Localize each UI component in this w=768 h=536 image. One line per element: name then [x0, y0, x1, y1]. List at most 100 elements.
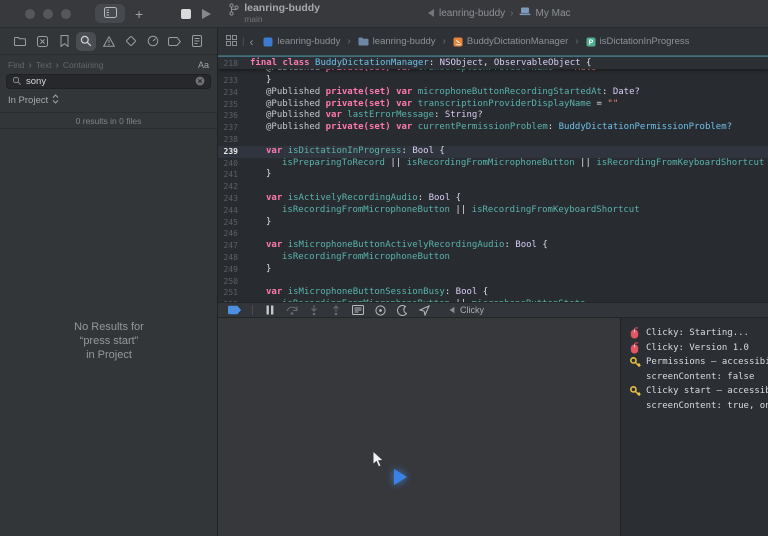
line-number[interactable]: 238 — [218, 134, 244, 146]
line-number[interactable]: 250 — [218, 276, 244, 288]
code-text: isPreparingToRecord || isRecordingFromMi… — [244, 158, 768, 170]
variables-view[interactable] — [218, 318, 620, 536]
breakpoints-icon — [168, 37, 181, 46]
close-window-button[interactable] — [25, 9, 35, 19]
environment-overrides-button[interactable] — [395, 304, 409, 316]
divider: | — [242, 36, 244, 47]
zoom-window-button[interactable] — [61, 9, 71, 19]
line-number[interactable]: 234 — [218, 87, 244, 99]
line-number[interactable]: 241 — [218, 169, 244, 181]
breadcrumb-label: isDictationInProgress — [600, 36, 690, 47]
line-number[interactable]: 235 — [218, 99, 244, 111]
window-controls — [25, 9, 79, 19]
breadcrumb-item-property[interactable]: PisDictationInProgress — [586, 36, 690, 47]
run-button[interactable] — [202, 9, 211, 19]
stop-button[interactable] — [181, 9, 191, 19]
code-text: } — [244, 217, 271, 229]
find-segment: Find — [8, 60, 25, 70]
scope-label: In Project — [8, 95, 48, 106]
breadcrumb-item-swift-file[interactable]: BuddyDictationManager — [453, 36, 568, 47]
navigator-tab-reports[interactable] — [187, 32, 207, 51]
step-over-button[interactable] — [285, 304, 299, 316]
code-text: } — [244, 75, 271, 87]
code-line: 235@Published private(set) var transcrip… — [218, 99, 768, 111]
code-text: var isDictationInProgress: Bool { — [244, 146, 445, 158]
line-number[interactable]: 245 — [218, 217, 244, 229]
search-input-value: sony — [26, 76, 195, 87]
navigator-tab-project[interactable] — [10, 32, 30, 51]
navigator-tab-bar — [0, 28, 217, 55]
line-number[interactable]: 251 — [218, 287, 244, 299]
code-text: } — [244, 169, 271, 181]
step-out-button[interactable] — [329, 304, 343, 316]
breadcrumb-label: BuddyDictationManager — [467, 36, 568, 47]
line-number[interactable]: 242 — [218, 181, 244, 193]
related-items-icon[interactable] — [226, 35, 237, 49]
property-icon: P — [586, 37, 596, 47]
breadcrumb: leanring-buddy›leanring-buddy›BuddyDicta… — [263, 36, 689, 47]
line-number[interactable]: 218 — [218, 57, 244, 69]
navigator-tab-bookmarks[interactable] — [54, 32, 74, 51]
project-name: leanring-buddy — [244, 3, 320, 13]
line-number[interactable]: 240 — [218, 158, 244, 170]
mac-destination-icon — [519, 7, 531, 19]
minimize-window-button[interactable] — [43, 9, 53, 19]
line-number[interactable]: 249 — [218, 264, 244, 276]
scheme-selector[interactable]: leanring-buddy › My Mac — [428, 7, 571, 19]
toggle-navigator-button[interactable] — [95, 4, 125, 23]
navigator-tab-find[interactable] — [76, 32, 96, 51]
debug-console[interactable]: Clicky: Starting...Clicky: Version 1.0Pe… — [620, 318, 768, 536]
breadcrumb-label: leanring-buddy — [277, 36, 340, 47]
sticky-declaration-line: 218final class BuddyDictationManager: NS… — [218, 56, 768, 69]
svg-text:P: P — [588, 39, 593, 46]
find-scope-header[interactable]: Find › Text › Containing Aa — [0, 58, 217, 72]
line-number[interactable]: 246 — [218, 228, 244, 240]
line-number[interactable]: 248 — [218, 252, 244, 264]
breadcrumb-item-folder[interactable]: leanring-buddy — [358, 36, 436, 47]
line-number[interactable] — [218, 69, 244, 75]
pause-button-button[interactable] — [263, 304, 277, 316]
find-icon — [80, 35, 92, 47]
step-into-button[interactable] — [307, 304, 321, 316]
swift-file-icon — [453, 37, 463, 47]
code-line: 249} — [218, 264, 768, 276]
navigator-tab-source-control[interactable] — [32, 32, 52, 51]
chevron-right-icon: › — [443, 36, 446, 47]
code-editor[interactable]: 218final class BuddyDictationManager: NS… — [218, 56, 768, 302]
clear-search-icon[interactable] — [195, 73, 205, 91]
breakpoints-toggle-button[interactable] — [228, 304, 242, 316]
line-number[interactable]: 247 — [218, 240, 244, 252]
navigator-tab-tests[interactable] — [121, 32, 141, 51]
memory-graph-button[interactable] — [373, 304, 387, 316]
line-number[interactable]: 237 — [218, 122, 244, 134]
search-input[interactable]: sony — [6, 74, 211, 89]
mouse-cursor — [372, 450, 385, 474]
code-line: 247var isMicrophoneButtonActivelyRecordi… — [218, 240, 768, 252]
project-icon — [14, 37, 26, 46]
search-scope-selector[interactable]: In Project — [0, 91, 217, 109]
breadcrumb-item-project[interactable]: leanring-buddy — [263, 36, 340, 47]
new-tab-button[interactable]: + — [135, 7, 143, 21]
simulate-location-button[interactable] — [417, 304, 431, 316]
mouse-icon — [630, 342, 641, 354]
chevron-right-icon: › — [510, 8, 513, 19]
back-chevron-icon[interactable]: ‹ — [249, 35, 253, 49]
folder-icon — [358, 37, 369, 46]
line-number[interactable]: 236 — [218, 110, 244, 122]
view-hierarchy-button[interactable] — [351, 304, 365, 316]
code-text: isRecordingFromMicrophoneButton — [244, 252, 450, 264]
match-case-toggle[interactable]: Aa — [198, 60, 209, 70]
process-selector[interactable]: Clicky — [449, 305, 484, 315]
reports-icon — [192, 35, 202, 47]
line-number[interactable]: 243 — [218, 193, 244, 205]
navigator-tab-debug[interactable] — [143, 32, 163, 51]
line-number[interactable]: 233 — [218, 75, 244, 87]
code-text: isRecordingFromMicrophoneButton || isRec… — [244, 205, 640, 217]
navigator-tab-issues[interactable] — [99, 32, 119, 51]
line-number[interactable]: 239 — [218, 146, 244, 158]
line-number[interactable]: 244 — [218, 205, 244, 217]
navigator-tab-breakpoints[interactable] — [165, 32, 185, 51]
code-line: 246 — [218, 228, 768, 240]
debug-controls — [263, 304, 431, 316]
code-text: } — [244, 264, 271, 276]
